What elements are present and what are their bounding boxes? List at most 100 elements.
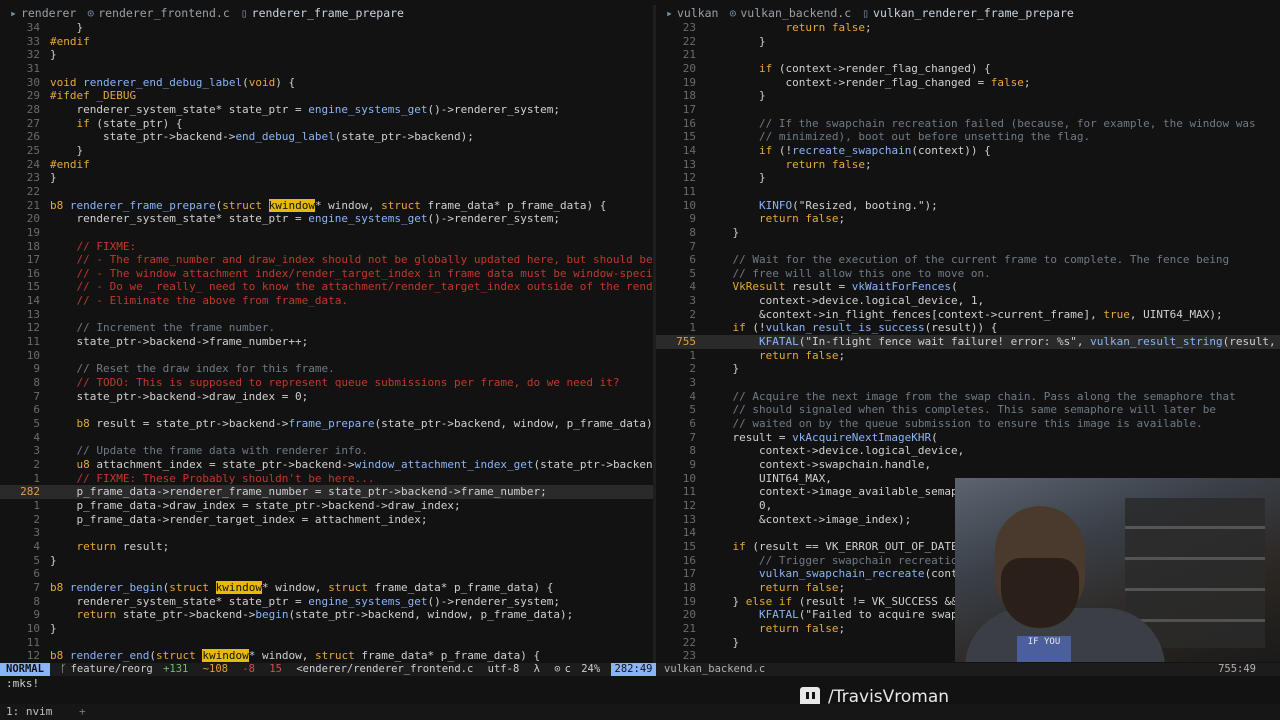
code-text[interactable]: u8 attachment_index = state_ptr->backend… bbox=[50, 458, 654, 471]
code-text[interactable]: p_frame_data->render_target_index = atta… bbox=[50, 513, 427, 526]
code-line[interactable]: 22 bbox=[0, 185, 653, 199]
code-line[interactable]: 5} bbox=[0, 554, 653, 568]
code-text[interactable]: // minimized), boot out before unsetting… bbox=[706, 130, 1090, 143]
code-text[interactable]: if (!vulkan_result_is_success(result)) { bbox=[706, 321, 998, 334]
code-line[interactable]: 3 bbox=[0, 526, 653, 540]
code-text[interactable]: } bbox=[50, 171, 57, 184]
code-line[interactable]: 29 #ifdef _DEBUG bbox=[0, 89, 653, 103]
code-line[interactable]: 2 u8 attachment_index = state_ptr->backe… bbox=[0, 458, 653, 472]
breadcrumb-dir[interactable]: renderer bbox=[21, 6, 76, 20]
code-text[interactable]: result = vkAcquireNextImageKHR( bbox=[706, 431, 937, 444]
code-text[interactable]: } bbox=[50, 554, 57, 567]
code-line[interactable]: 18 // FIXME: bbox=[0, 240, 653, 254]
code-text[interactable]: return state_ptr->backend->begin(state_p… bbox=[50, 608, 574, 621]
code-line[interactable]: 25 } bbox=[0, 144, 653, 158]
code-text[interactable]: // - The window attachment index/render_… bbox=[50, 267, 653, 280]
code-line[interactable]: 23} bbox=[0, 171, 653, 185]
code-line[interactable]: 1 // FIXME: These Probably shouldn't be … bbox=[0, 472, 653, 486]
code-text[interactable]: // Wait for the execution of the current… bbox=[706, 253, 1229, 266]
code-line[interactable]: 12 // Increment the frame number. bbox=[0, 321, 653, 335]
code-line[interactable]: 21 bbox=[656, 48, 1280, 62]
code-text[interactable]: state_ptr->backend->draw_index = 0; bbox=[50, 390, 308, 403]
code-text[interactable]: return false; bbox=[706, 158, 871, 171]
code-line[interactable]: 11 state_ptr->backend->frame_number++; bbox=[0, 335, 653, 349]
code-line[interactable]: 282 p_frame_data->renderer_frame_number … bbox=[0, 485, 653, 499]
code-line[interactable]: 9 // Reset the draw index for this frame… bbox=[0, 362, 653, 376]
code-text[interactable]: if (!recreate_swapchain(context)) { bbox=[706, 144, 991, 157]
code-text[interactable]: } bbox=[706, 35, 766, 48]
code-text[interactable]: #endif bbox=[50, 35, 90, 48]
code-text[interactable]: // - Eliminate the above from frame_data… bbox=[50, 294, 348, 307]
code-line[interactable]: 6 // waited on by the queue submission t… bbox=[656, 417, 1280, 431]
code-line[interactable]: 755 KFATAL("In-flight fence wait failure… bbox=[656, 335, 1280, 349]
code-line[interactable]: 6 // Wait for the execution of the curre… bbox=[656, 253, 1280, 267]
code-text[interactable]: renderer_system_state* state_ptr = engin… bbox=[50, 595, 559, 608]
code-line[interactable]: 13 bbox=[0, 308, 653, 322]
breadcrumb-function[interactable]: renderer_frame_prepare bbox=[252, 6, 404, 20]
code-line[interactable]: 7 b8 renderer_begin(struct kwindow* windo… bbox=[0, 580, 653, 595]
code-text[interactable]: // Trigger swapchain recreation, bbox=[706, 554, 971, 567]
code-line[interactable]: 10} bbox=[0, 622, 653, 636]
code-text[interactable]: KINFO("Resized, booting."); bbox=[706, 199, 938, 212]
code-line[interactable]: 32} bbox=[0, 48, 653, 62]
code-text[interactable]: return result; bbox=[50, 540, 170, 553]
code-line[interactable]: 1 if (!vulkan_result_is_success(result))… bbox=[656, 321, 1280, 335]
code-line[interactable]: 5 // free will allow this one to move on… bbox=[656, 267, 1280, 281]
code-text[interactable]: #endif bbox=[50, 158, 90, 171]
code-text[interactable]: // - The frame_number and draw_index sho… bbox=[50, 253, 653, 266]
code-text[interactable]: &context->in_flight_fences[context->curr… bbox=[706, 308, 1223, 321]
code-line[interactable]: 19 context->render_flag_changed = false; bbox=[656, 76, 1280, 90]
code-text[interactable]: if (result == VK_ERROR_OUT_OF_DATE_K bbox=[706, 540, 971, 553]
code-text[interactable]: return false; bbox=[706, 581, 845, 594]
code-text[interactable]: b8 renderer_frame_prepare(struct kwindow… bbox=[50, 198, 606, 212]
code-line[interactable]: 20 if (context->render_flag_changed) { bbox=[656, 62, 1280, 76]
command-line[interactable]: :mks! bbox=[6, 677, 39, 690]
code-text[interactable]: // Acquire the next image from the swap … bbox=[706, 390, 1235, 403]
code-line[interactable]: 3 // Update the frame data with renderer… bbox=[0, 444, 653, 458]
breadcrumb-function[interactable]: vulkan_renderer_frame_prepare bbox=[873, 6, 1074, 20]
code-text[interactable]: // waited on by the queue submission to … bbox=[706, 417, 1202, 430]
code-line[interactable]: 11 bbox=[0, 636, 653, 650]
code-line[interactable]: 16 // If the swapchain recreation failed… bbox=[656, 117, 1280, 131]
code-line[interactable]: 26 state_ptr->backend->end_debug_label(s… bbox=[0, 130, 653, 144]
code-line[interactable]: 27 if (state_ptr) { bbox=[0, 117, 653, 131]
code-line[interactable]: 30 void renderer_end_debug_label(void) { bbox=[0, 76, 653, 90]
code-text[interactable]: } bbox=[706, 89, 766, 102]
code-line[interactable]: 8 context->device.logical_device, bbox=[656, 444, 1280, 458]
code-text[interactable]: // Increment the frame number. bbox=[50, 321, 275, 334]
code-text[interactable]: context->render_flag_changed = false; bbox=[706, 76, 1030, 89]
code-line[interactable]: 2 } bbox=[656, 362, 1280, 376]
code-line[interactable]: 10 KINFO("Resized, booting."); bbox=[656, 199, 1280, 213]
code-text[interactable]: return false; bbox=[706, 212, 845, 225]
code-text[interactable]: #ifdef _DEBUG bbox=[50, 89, 136, 102]
code-text[interactable]: context->swapchain.handle, bbox=[706, 458, 931, 471]
code-text[interactable]: context->device.logical_device, bbox=[706, 444, 964, 457]
code-text[interactable]: b8 renderer_end(struct kwindow* window, … bbox=[50, 649, 540, 663]
code-text[interactable]: if (context->render_flag_changed) { bbox=[706, 62, 991, 75]
code-text[interactable]: // FIXME: These Probably shouldn't be he… bbox=[50, 472, 374, 485]
new-window-plus[interactable]: + bbox=[79, 705, 86, 718]
code-text[interactable]: } bbox=[50, 48, 57, 61]
code-text[interactable]: if (state_ptr) { bbox=[50, 117, 183, 130]
code-line[interactable]: 9 context->swapchain.handle, bbox=[656, 458, 1280, 472]
code-text[interactable]: renderer_system_state* state_ptr = engin… bbox=[50, 212, 559, 225]
code-text[interactable]: return false; bbox=[706, 349, 845, 362]
code-text[interactable]: context->device.logical_device, 1, bbox=[706, 294, 984, 307]
code-line[interactable]: 24 #endif bbox=[0, 158, 653, 172]
code-text[interactable]: // TODO: This is supposed to represent q… bbox=[50, 376, 619, 389]
code-text[interactable]: return false; bbox=[706, 21, 871, 34]
code-line[interactable]: 2 &context->in_flight_fences[context->cu… bbox=[656, 308, 1280, 322]
code-text[interactable]: state_ptr->backend->frame_number++; bbox=[50, 335, 308, 348]
code-text[interactable]: } bbox=[50, 21, 83, 34]
code-line[interactable]: 12 } bbox=[656, 171, 1280, 185]
code-text[interactable]: } bbox=[50, 144, 83, 157]
code-text[interactable]: KFATAL("In-flight fence wait failure! er… bbox=[706, 335, 1280, 348]
code-text[interactable]: } bbox=[706, 226, 739, 239]
code-text[interactable]: state_ptr->backend->end_debug_label(stat… bbox=[50, 130, 474, 143]
code-line[interactable]: 14 if (!recreate_swapchain(context)) { bbox=[656, 144, 1280, 158]
code-line[interactable]: 3 bbox=[656, 376, 1280, 390]
tmux-window-tab[interactable]: 1: nvim bbox=[6, 705, 52, 718]
code-text[interactable]: } bbox=[706, 171, 766, 184]
code-line[interactable]: 13 return false; bbox=[656, 158, 1280, 172]
code-text[interactable]: b8 result = state_ptr->backend->frame_pr… bbox=[50, 417, 654, 430]
